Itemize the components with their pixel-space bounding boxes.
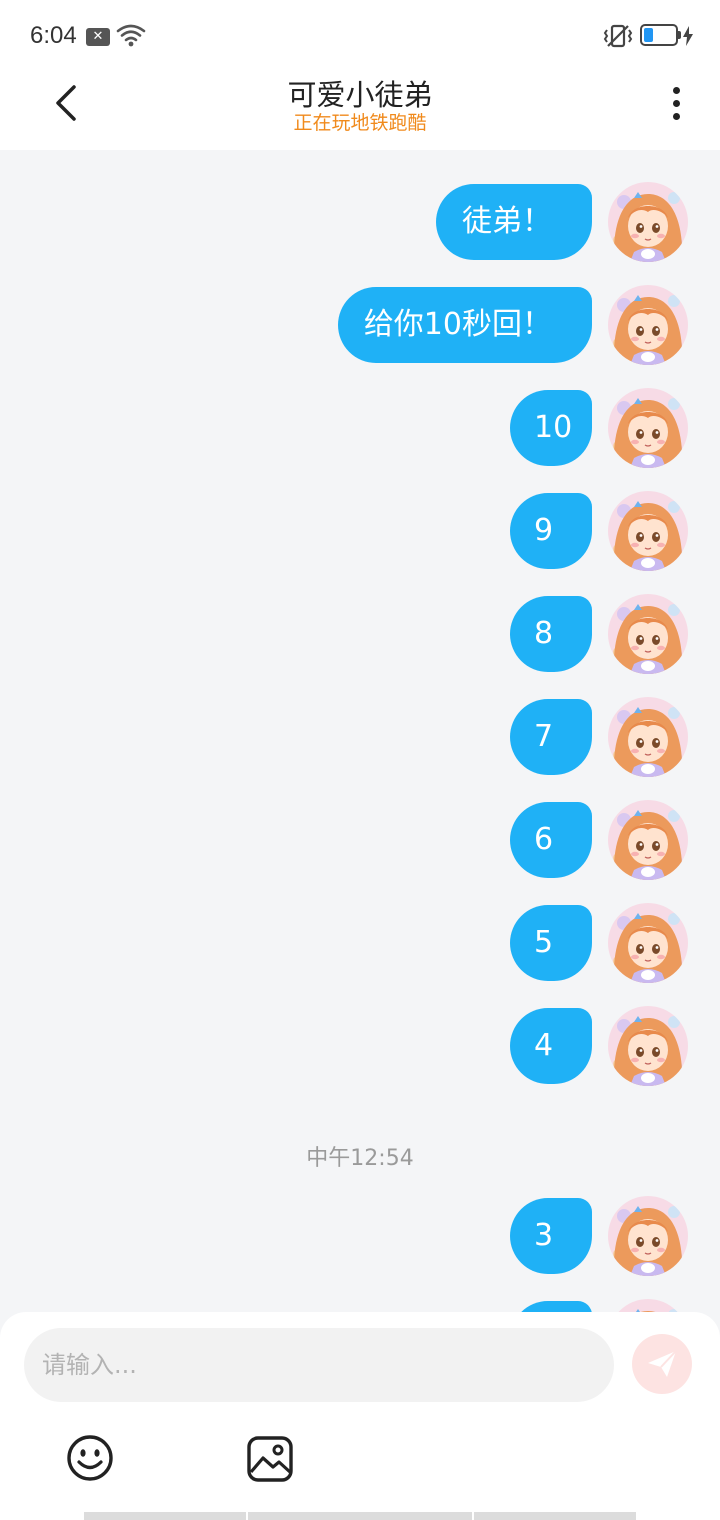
message-bubble[interactable]: 5 [510,905,592,981]
message-bubble[interactable]: 给你10秒回！ [337,287,592,363]
avatar[interactable] [608,1299,688,1312]
emoji-button[interactable] [64,1432,116,1484]
avatar[interactable] [608,491,688,571]
avatar[interactable] [608,182,688,262]
status-time: 6:04 [30,22,77,49]
chat-area[interactable]: 徒弟！ 给你10秒回！ 10 9 8 7 6 5 4 中午12:54 3 [0,150,720,1312]
wifi-icon [116,24,146,47]
message-input[interactable] [24,1328,614,1402]
avatar[interactable] [608,285,688,365]
message-bubble[interactable]: 10 [510,390,592,466]
send-button[interactable] [632,1334,692,1394]
message-timestamp: 中午12:54 [306,1146,414,1171]
vibrate-icon [603,24,633,48]
paper-plane-icon [648,1350,677,1377]
battery-level [644,28,653,42]
message-bubble[interactable]: 徒弟！ [436,184,592,260]
more-options-button[interactable] [656,78,696,128]
message-bubble[interactable]: 6 [510,802,592,878]
charging-icon [683,26,693,46]
smiley-icon [67,1435,113,1481]
message-bubble[interactable]: 3 [510,1198,592,1274]
avatar[interactable] [608,1196,688,1276]
message-bubble[interactable]: 4 [510,1008,592,1084]
bottom-divider [474,1512,636,1520]
bottom-divider [84,1512,246,1520]
message-bubble[interactable]: 7 [510,699,592,775]
avatar[interactable] [608,1006,688,1086]
battery-icon [640,24,678,46]
status-bar: 6:04 ✕ [0,0,720,72]
battery-tip [678,31,681,39]
image-button[interactable] [245,1434,295,1484]
chat-header: 可爱小徒弟 正在玩地铁跑酷 [0,72,720,150]
input-panel [0,1312,720,1520]
image-icon [247,1436,293,1482]
notification-x-icon: ✕ [86,28,110,46]
message-bubble[interactable]: 8 [510,596,592,672]
message-bubble-partial[interactable] [510,1301,592,1312]
message-bubble[interactable]: 9 [510,493,592,569]
avatar[interactable] [608,800,688,880]
contact-status: 正在玩地铁跑酷 [293,112,427,134]
avatar[interactable] [608,697,688,777]
avatar[interactable] [608,903,688,983]
more-vertical-icon [672,86,680,94]
avatar[interactable] [608,594,688,674]
bottom-divider [248,1512,472,1520]
avatar[interactable] [608,388,688,468]
